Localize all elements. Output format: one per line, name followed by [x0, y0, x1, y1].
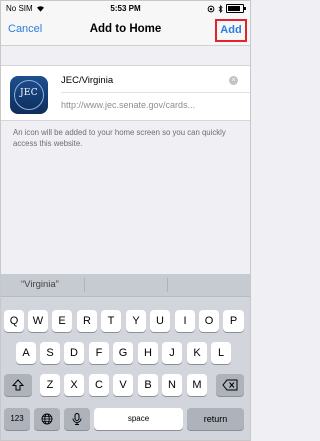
numbers-key[interactable]: 123: [4, 408, 30, 430]
battery-icon: [226, 4, 246, 13]
suggestion-divider: [84, 278, 85, 292]
suggestion-bar: “Virginia”: [1, 274, 250, 297]
info-note: An icon will be added to your home scree…: [13, 128, 226, 148]
keyboard: “Virginia” Q W E R T Y U I O P A S D F G…: [1, 274, 250, 440]
clear-text-icon[interactable]: ×: [229, 76, 238, 85]
key-c[interactable]: C: [89, 374, 109, 396]
key-r[interactable]: R: [77, 310, 97, 332]
key-t[interactable]: T: [101, 310, 121, 332]
dictation-key[interactable]: [64, 408, 90, 430]
globe-icon: [41, 413, 53, 425]
site-icon: JEC: [10, 76, 48, 114]
shift-key[interactable]: [4, 374, 32, 396]
key-z[interactable]: Z: [40, 374, 60, 396]
field-divider: [61, 92, 250, 93]
shift-icon: [12, 379, 24, 391]
return-key[interactable]: return: [187, 408, 244, 430]
key-h[interactable]: H: [138, 342, 158, 364]
key-l[interactable]: L: [211, 342, 231, 364]
site-icon-text: JEC: [20, 88, 38, 98]
rotation-lock-icon: [207, 5, 215, 12]
key-i[interactable]: I: [175, 310, 195, 332]
key-s[interactable]: S: [40, 342, 60, 364]
key-p[interactable]: P: [223, 310, 244, 332]
page-title: Add to Home: [89, 23, 162, 35]
key-j[interactable]: J: [162, 342, 182, 364]
key-w[interactable]: W: [28, 310, 48, 332]
globe-key[interactable]: [34, 408, 60, 430]
add-to-home-screen: No SIM 5:53 PM Cancel Add to Home Add JE…: [0, 0, 251, 441]
key-v[interactable]: V: [113, 374, 133, 396]
backspace-icon: [222, 379, 238, 391]
key-o[interactable]: O: [199, 310, 219, 332]
key-g[interactable]: G: [113, 342, 133, 364]
key-q[interactable]: Q: [4, 310, 24, 332]
key-b[interactable]: B: [138, 374, 158, 396]
key-m[interactable]: M: [187, 374, 207, 396]
suggestion-item[interactable]: “Virginia”: [21, 279, 59, 290]
space-key[interactable]: space: [94, 408, 183, 430]
bluetooth-icon: [218, 4, 223, 13]
bookmark-url: http://www.jec.senate.gov/cards...: [61, 100, 196, 110]
key-k[interactable]: K: [187, 342, 207, 364]
bookmark-card: JEC JEC/Virginia × http://www.jec.senate…: [1, 65, 250, 121]
key-d[interactable]: D: [64, 342, 84, 364]
backspace-key[interactable]: [216, 374, 244, 396]
suggestion-divider: [167, 278, 168, 292]
key-n[interactable]: N: [162, 374, 182, 396]
key-x[interactable]: X: [64, 374, 84, 396]
status-bar: No SIM 5:53 PM: [1, 1, 250, 17]
microphone-icon: [72, 413, 82, 425]
navigation-bar: Cancel Add to Home Add: [1, 17, 250, 46]
bookmark-name-field[interactable]: JEC/Virginia: [61, 75, 113, 86]
add-button[interactable]: Add: [215, 19, 247, 42]
key-u[interactable]: U: [150, 310, 170, 332]
key-e[interactable]: E: [52, 310, 72, 332]
key-a[interactable]: A: [16, 342, 36, 364]
key-f[interactable]: F: [89, 342, 109, 364]
key-y[interactable]: Y: [126, 310, 146, 332]
